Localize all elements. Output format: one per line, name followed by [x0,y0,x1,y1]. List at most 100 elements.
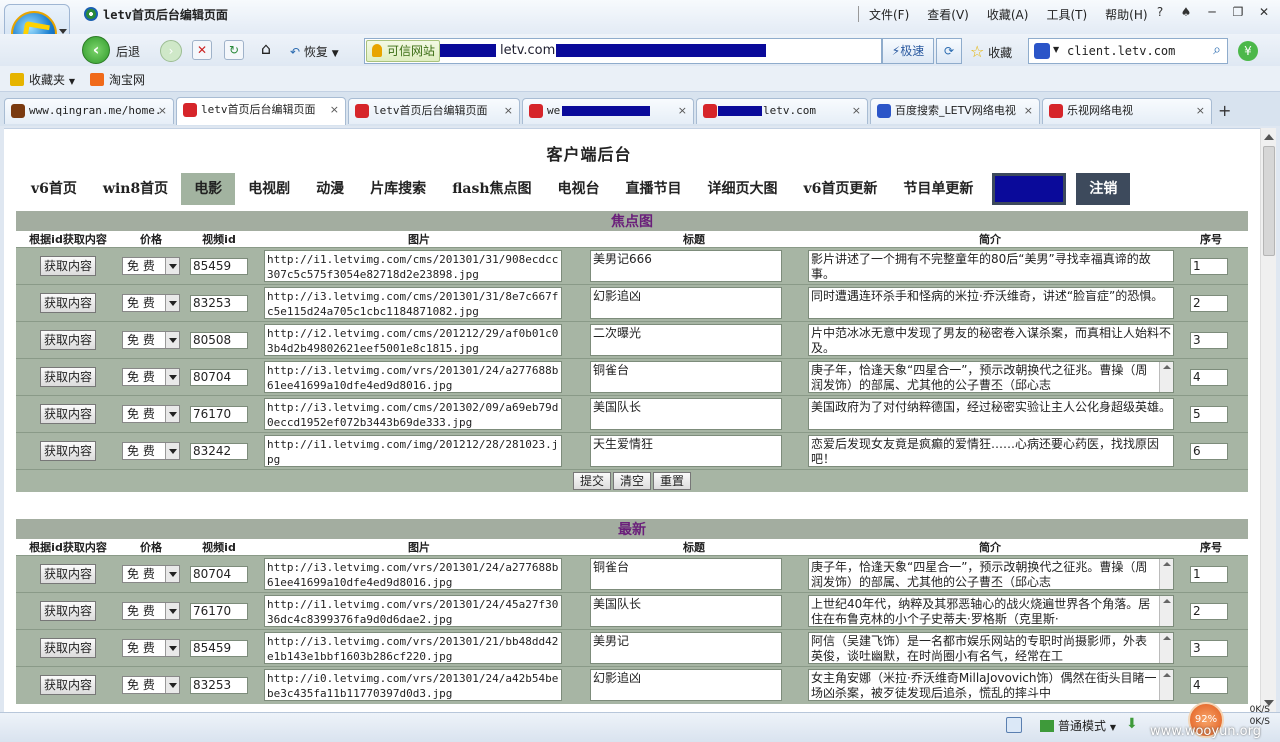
search-icon[interactable]: ⌕ [1213,42,1221,58]
home-icon[interactable]: ⌂ [256,40,276,60]
description-textarea[interactable]: 恋爱后发现女友竟是疯癫的爱情狂……心病还要心药医，找找原因吧！ [808,435,1174,467]
description-textarea[interactable]: 美国政府为了对付纳粹德国，经过秘密实验让主人公化身超级英雄。 [808,398,1174,430]
favorites-button[interactable]: ☆ 收藏 [970,42,1012,61]
extension-icon[interactable]: ¥ [1238,41,1258,61]
order-input[interactable]: 1 [1190,257,1228,275]
order-input[interactable]: 3 [1190,639,1228,657]
logout-button[interactable]: 注销 [1076,173,1131,205]
title-textarea[interactable]: 幻影追凶 [590,287,782,319]
price-select[interactable]: 免 费 [122,676,180,695]
close-tab-icon[interactable]: × [1196,99,1205,123]
nav-redacted-item[interactable] [992,173,1067,205]
price-select[interactable]: 免 费 [122,639,180,657]
order-input[interactable]: 2 [1190,294,1228,312]
help-icon[interactable]: ? [1152,4,1168,20]
video-id-input[interactable]: 85459 [190,257,248,275]
download-icon[interactable]: ⬇ [1126,716,1138,732]
chevron-down-icon[interactable]: ▼ [1053,45,1059,54]
fetch-content-button[interactable]: 获取内容 [40,675,96,696]
video-id-input[interactable]: 80508 [190,331,248,349]
order-input[interactable]: 2 [1190,602,1228,620]
address-url[interactable]: letv.com [500,43,555,58]
nav-anime[interactable]: 动漫 [303,173,357,205]
mode-selector[interactable]: 普通模式 ▼ [1040,717,1116,734]
nav-flash-focus[interactable]: flash焦点图 [439,173,544,205]
tab-letv-edit[interactable]: letv首页后台编辑页面 × [348,98,520,124]
title-textarea[interactable]: 铜雀台 [590,361,782,393]
image-url-textarea[interactable]: http://i3.letvimg.com/vrs/201301/21/bb48… [264,632,562,664]
image-url-textarea[interactable]: http://i3.letvimg.com/cms/201302/09/a69e… [264,398,562,430]
order-input[interactable]: 6 [1190,442,1228,460]
title-textarea[interactable]: 铜雀台 [590,558,782,590]
close-tab-icon[interactable]: × [1024,99,1033,123]
fetch-content-button[interactable]: 获取内容 [40,601,96,621]
image-url-textarea[interactable]: http://i2.letvimg.com/cms/201212/29/af0b… [264,324,562,356]
description-textarea[interactable]: 庚子年，恰逢天象“四星合一”，预示改朝换代之征兆。曹操（周润发饰）的部属、尤其他… [808,558,1174,590]
video-id-input[interactable]: 80704 [190,368,248,386]
nav-tv-series[interactable]: 电视剧 [235,173,303,205]
close-tab-icon[interactable]: × [330,98,339,122]
tab-letv-edit-active[interactable]: letv首页后台编辑页面 × [176,97,346,125]
video-id-input[interactable]: 85459 [190,639,248,657]
vertical-scrollbar[interactable] [1260,128,1276,712]
menu-favorites[interactable]: 收藏(A) [978,6,1038,23]
close-icon[interactable]: ✕ [1256,4,1272,20]
textarea-scrollbar[interactable] [1159,670,1173,701]
price-select[interactable]: 免 费 [122,257,180,275]
image-url-textarea[interactable]: http://i1.letvimg.com/img/201212/28/2810… [264,435,562,467]
scroll-thumb[interactable] [1263,146,1275,256]
title-textarea[interactable]: 美国队长 [590,595,782,627]
menu-file[interactable]: 文件(F) [860,6,918,23]
nav-schedule-update[interactable]: 节目单更新 [890,173,986,205]
bookmark-taobao[interactable]: 淘宝网 [90,71,145,88]
image-url-textarea[interactable]: http://i0.letvimg.com/vrs/201301/24/a42b… [264,669,562,702]
fetch-content-button[interactable]: 获取内容 [40,367,96,387]
title-textarea[interactable]: 二次曝光 [590,324,782,356]
order-input[interactable]: 1 [1190,565,1228,583]
maximize-icon[interactable]: ❐ [1230,4,1246,20]
image-url-textarea[interactable]: http://i1.letvimg.com/vrs/201301/24/45a2… [264,595,562,627]
nav-tv-stations[interactable]: 电视台 [545,173,613,205]
nav-library-search[interactable]: 片库搜索 [357,173,439,205]
video-id-input[interactable]: 83253 [190,294,248,312]
fetch-content-button[interactable]: 获取内容 [40,564,96,584]
skin-icon[interactable]: ♠ [1178,4,1194,20]
fetch-content-button[interactable]: 获取内容 [40,404,96,424]
price-select[interactable]: 免 费 [122,602,180,620]
fetch-content-button[interactable]: 获取内容 [40,638,96,658]
title-textarea[interactable]: 美男记 [590,632,782,664]
title-textarea[interactable]: 美男记666 [590,250,782,282]
order-input[interactable]: 3 [1190,331,1228,349]
nav-detail-banner[interactable]: 详细页大图 [695,173,791,205]
video-id-input[interactable]: 76170 [190,405,248,423]
fetch-content-button[interactable]: 获取内容 [40,330,96,350]
textarea-scrollbar[interactable] [1159,596,1173,626]
textarea-scrollbar[interactable] [1159,362,1173,392]
status-window-icon[interactable] [1006,717,1022,733]
image-url-textarea[interactable]: http://i3.letvimg.com/vrs/201301/24/a277… [264,558,562,590]
nav-live[interactable]: 直播节目 [613,173,695,205]
close-tab-icon[interactable]: × [852,99,861,123]
bookmark-favorites[interactable]: 收藏夹 ▼ [10,71,75,88]
title-textarea[interactable]: 美国队长 [590,398,782,430]
tab-qingran[interactable]: www.qingran.me/home. × [4,98,174,124]
textarea-scrollbar[interactable] [1159,559,1173,589]
tab-letv-tv[interactable]: 乐视网络电视 × [1042,98,1212,124]
fetch-content-button[interactable]: 获取内容 [40,293,96,313]
price-select[interactable]: 免 费 [122,405,180,423]
description-textarea[interactable]: 庚子年，恰逢天象“四星合一”，预示改朝换代之征兆。曹操（周润发饰）的部属、尤其他… [808,361,1174,393]
fetch-content-button[interactable]: 获取内容 [40,441,96,461]
description-textarea[interactable]: 阿信（吴建飞饰）是一名都市娱乐网站的专职时尚摄影师，外表英俊，谈吐幽默，在时尚圈… [808,632,1174,664]
price-select[interactable]: 免 费 [122,565,180,583]
new-tab-icon[interactable]: + [1218,101,1231,120]
close-tab-icon[interactable]: × [158,99,167,123]
minimize-icon[interactable]: ─ [1204,4,1220,20]
description-textarea[interactable]: 片中范冰冰无意中发现了男友的秘密卷入谋杀案，而真相让人始料不及。 [808,324,1174,356]
video-id-input[interactable]: 83242 [190,442,248,460]
price-select[interactable]: 免 费 [122,294,180,312]
scroll-up-icon[interactable] [1264,134,1274,140]
description-textarea[interactable]: 上世纪40年代，纳粹及其邪恶轴心的战火烧遍世界各个角落。居住在布鲁克林的小个子史… [808,595,1174,627]
order-input[interactable]: 4 [1190,676,1228,694]
forward-button[interactable]: › [160,40,182,62]
compat-refresh-icon[interactable]: ⟳ [936,38,962,64]
